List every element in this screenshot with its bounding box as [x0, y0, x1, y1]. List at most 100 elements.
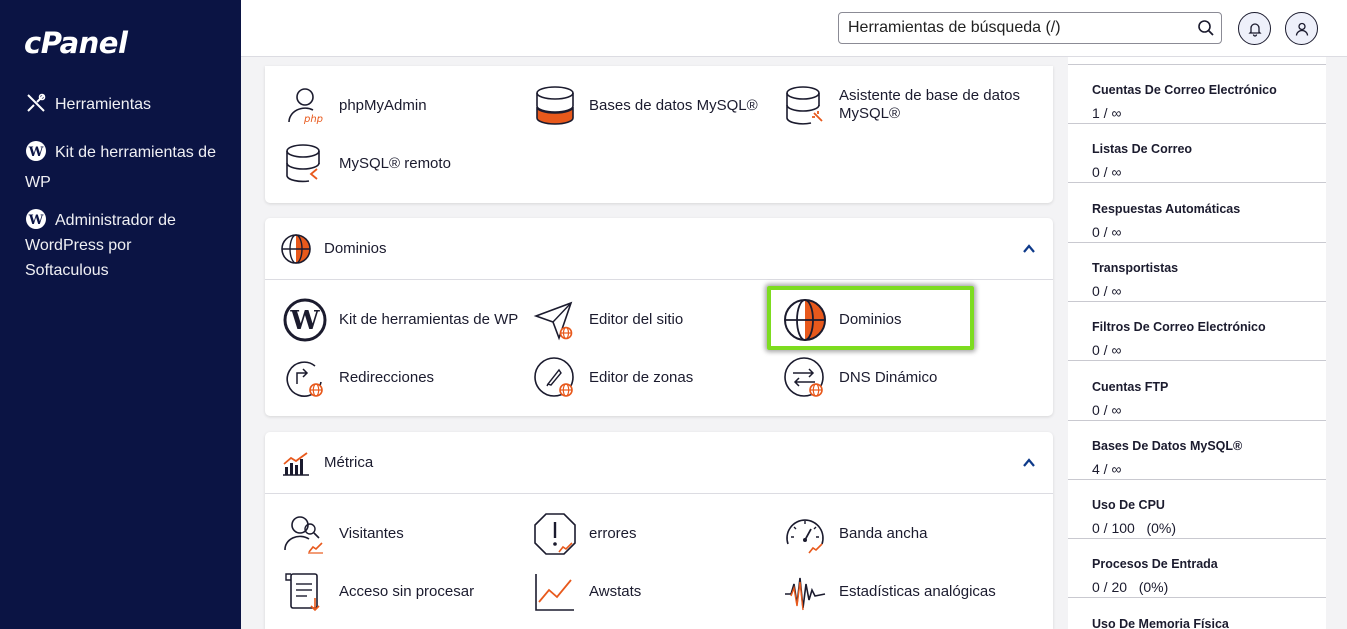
tool-dynamic-dns[interactable]: DNS Dinámico — [783, 356, 983, 400]
tool-raw-access[interactable]: Acceso sin procesar — [283, 570, 483, 614]
search-input[interactable]: Herramientas de búsqueda (/) — [838, 12, 1222, 44]
wordpress-icon: W — [283, 298, 327, 342]
metrics-card-header[interactable]: Métrica — [265, 432, 1053, 494]
tool-label: DNS Dinámico — [839, 369, 938, 386]
tool-mysql-wizard[interactable]: Asistente de base de datos MySQL® — [783, 84, 1023, 128]
visitors-icon — [284, 516, 323, 554]
stat-row: Cuentas FTP 0 / ∞ — [1068, 362, 1326, 421]
highlight-box — [767, 286, 974, 350]
tool-remote-mysql[interactable]: MySQL® remoto — [283, 142, 483, 186]
domains-card-header[interactable]: Dominios — [265, 218, 1053, 280]
notifications-button[interactable] — [1238, 12, 1271, 45]
stat-value: 0 / 100 (0%) — [1092, 520, 1177, 537]
tool-label: Bases de datos MySQL® — [589, 97, 758, 114]
error-icon — [534, 513, 576, 555]
svg-text:W: W — [28, 213, 44, 228]
wordpress-icon: W — [26, 141, 46, 161]
sidebar-item-label: Administrador de WordPress por Softaculo… — [25, 212, 176, 279]
chevron-up-icon[interactable] — [1022, 242, 1036, 256]
search-icon[interactable] — [1197, 19, 1215, 37]
waveform-icon — [785, 577, 826, 611]
stat-row: Procesos De Entrada 0 / 20 (0%) — [1068, 539, 1326, 599]
user-account-button[interactable] — [1285, 12, 1318, 45]
cpanel-logo[interactable]: cPanel — [24, 26, 128, 60]
sidebar-item-label: Kit de herramientas de WP — [25, 144, 216, 191]
databases-card: php phpMyAdmin Bases de datos MySQL® Asi… — [265, 66, 1053, 203]
stat-row: Uso De Memoria Física — [1068, 599, 1326, 629]
tool-label: Banda ancha — [839, 525, 928, 542]
paper-plane-icon — [533, 301, 573, 341]
tool-visitors[interactable]: Visitantes — [283, 512, 483, 556]
tool-label: errores — [589, 525, 637, 542]
tool-bandwidth[interactable]: Banda ancha — [783, 512, 983, 556]
search-placeholder: Herramientas de búsqueda (/) — [848, 19, 1061, 36]
stat-label: Respuestas Automáticas — [1092, 201, 1241, 216]
tools-icon — [27, 93, 46, 112]
tool-mysql-databases[interactable]: Bases de datos MySQL® — [533, 84, 763, 128]
stat-value: 0 / ∞ — [1092, 282, 1122, 299]
stat-row: Listas De Correo 0 / ∞ — [1068, 124, 1326, 184]
tool-label: Redirecciones — [339, 369, 435, 386]
stat-value: 4 / ∞ — [1092, 460, 1122, 477]
sidebar: cPanel Herramientas W Kit de herramientas… — [0, 0, 241, 629]
stat-value: 0 / ∞ — [1092, 164, 1122, 181]
stat-row: Respuestas Automáticas 0 / ∞ — [1068, 184, 1326, 243]
stat-label: Procesos De Entrada — [1092, 557, 1218, 572]
stats-panel-top — [1068, 57, 1326, 65]
stat-row: Cuentas De Correo Electrónico 1 / ∞ — [1068, 65, 1326, 124]
tool-label: Visitantes — [339, 525, 404, 542]
top-header: Herramientas de búsqueda (/) — [241, 0, 1347, 57]
stat-row: Filtros De Correo Electrónico 0 / ∞ — [1068, 302, 1326, 362]
tool-label: Editor del sitio — [589, 311, 684, 328]
tool-analog-stats[interactable]: Estadísticas analógicas — [783, 570, 1013, 614]
tool-label: Acceso sin procesar — [339, 583, 475, 600]
stat-value: 0 / ∞ — [1092, 223, 1122, 240]
tool-label: phpMyAdmin — [339, 97, 427, 114]
tool-label: Kit de herramientas de WP — [339, 311, 519, 328]
stat-label: Transportistas — [1092, 260, 1179, 275]
tool-wp-toolkit[interactable]: W Kit de herramientas de WP — [283, 298, 523, 342]
sidebar-item-wp-toolkit[interactable]: W Kit de herramientas de WP — [25, 138, 225, 198]
stat-value: 0 / ∞ — [1092, 401, 1122, 418]
bell-icon — [1248, 23, 1262, 37]
tool-zone-editor[interactable]: Editor de zonas — [533, 356, 733, 400]
stat-label: Bases De Datos MySQL® — [1092, 438, 1243, 453]
tool-awstats[interactable]: Awstats — [533, 570, 733, 614]
raw-access-icon — [285, 573, 320, 612]
svg-text:W: W — [289, 306, 320, 336]
tool-phpmyadmin[interactable]: php phpMyAdmin — [283, 84, 483, 128]
chevron-up-icon[interactable] — [1022, 456, 1036, 470]
bar-chart-icon — [283, 452, 309, 476]
phpmyadmin-icon: php — [288, 88, 323, 125]
tool-redirects[interactable]: Redirecciones — [283, 356, 483, 400]
sidebar-item-herramientas[interactable]: Herramientas — [25, 92, 151, 118]
stat-row: Transportistas 0 / ∞ — [1068, 243, 1326, 302]
tool-errors[interactable]: errores — [533, 512, 733, 556]
database-icon — [536, 86, 574, 125]
sidebar-item-wordpress-manager[interactable]: W Administrador de WordPress por Softacul… — [25, 208, 215, 283]
stat-value: 0 / ∞ — [1092, 342, 1122, 359]
stat-label: Uso De Memoria Física — [1092, 616, 1229, 629]
tool-site-editor[interactable]: Editor del sitio — [533, 298, 733, 342]
stat-label: Cuentas De Correo Electrónico — [1092, 83, 1277, 97]
redirect-icon — [286, 361, 323, 397]
user-icon — [1295, 22, 1309, 36]
line-chart-icon — [535, 574, 574, 611]
sidebar-item-label: Herramientas — [55, 96, 152, 113]
gauge-icon — [786, 519, 824, 554]
tool-label: Estadísticas analógicas — [839, 583, 996, 600]
tool-label: Asistente de base de datos MySQL® — [839, 87, 1020, 122]
globe-icon — [281, 234, 311, 264]
database-wizard-icon — [786, 86, 823, 125]
svg-text:W: W — [28, 145, 44, 160]
dynamic-dns-icon — [784, 357, 824, 397]
tool-label: Awstats — [589, 583, 642, 600]
remote-database-icon — [286, 144, 320, 183]
stat-value: 1 / ∞ — [1092, 105, 1122, 121]
wordpress-icon: W — [26, 209, 46, 229]
stat-row: Uso De CPU 0 / 100 (0%) — [1068, 480, 1326, 540]
stat-label: Cuentas FTP — [1092, 379, 1169, 394]
stat-row: Bases De Datos MySQL® 4 / ∞ — [1068, 421, 1326, 480]
section-title: Dominios — [324, 240, 387, 257]
tool-label: Editor de zonas — [589, 369, 694, 386]
